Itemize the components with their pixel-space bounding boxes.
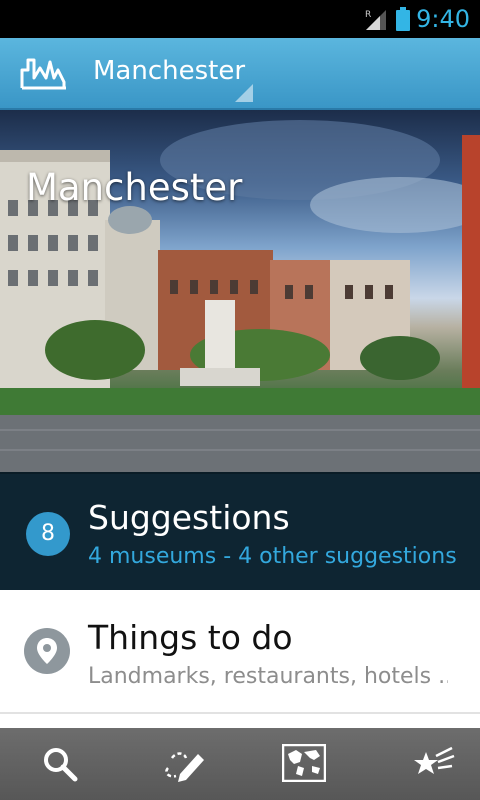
signal-icon: R [365, 10, 386, 30]
search-icon [44, 748, 78, 782]
suggestions-subtitle: 4 museums - 4 other suggestions [88, 544, 457, 569]
city-selector[interactable]: Manchester [93, 56, 245, 86]
suggestions-count-badge: 8 [26, 512, 70, 556]
battery-icon [396, 7, 410, 31]
hero-title: Manchester [26, 166, 243, 209]
things-to-do-title: Things to do [88, 618, 293, 657]
map-button[interactable] [240, 728, 360, 800]
list-continuation [0, 714, 480, 728]
city-photo [0, 120, 480, 472]
dropdown-indicator-icon[interactable] [235, 84, 253, 102]
suggestions-item[interactable]: 8 Suggestions 4 museums - 4 other sugges… [0, 472, 480, 590]
hero-image: Manchester [0, 110, 480, 472]
favorites-button[interactable] [360, 728, 480, 800]
things-to-do-subtitle: Landmarks, restaurants, hotels ... [88, 664, 448, 689]
things-to-do-item[interactable]: Things to do Landmarks, restaurants, hot… [0, 590, 480, 714]
network-label: R [365, 10, 371, 20]
clock: 9:40 [416, 5, 470, 33]
search-button[interactable] [0, 728, 120, 800]
map-icon [282, 744, 326, 782]
plan-route-button[interactable] [120, 728, 240, 800]
action-bar: Manchester [0, 38, 480, 110]
location-pin-icon [24, 628, 70, 674]
stars-icon [414, 746, 455, 774]
bottom-toolbar [0, 728, 480, 800]
skyline-icon[interactable] [20, 56, 68, 90]
pen-route-icon [165, 752, 204, 782]
status-bar: R 9:40 [0, 0, 480, 38]
suggestions-title: Suggestions [88, 498, 290, 537]
